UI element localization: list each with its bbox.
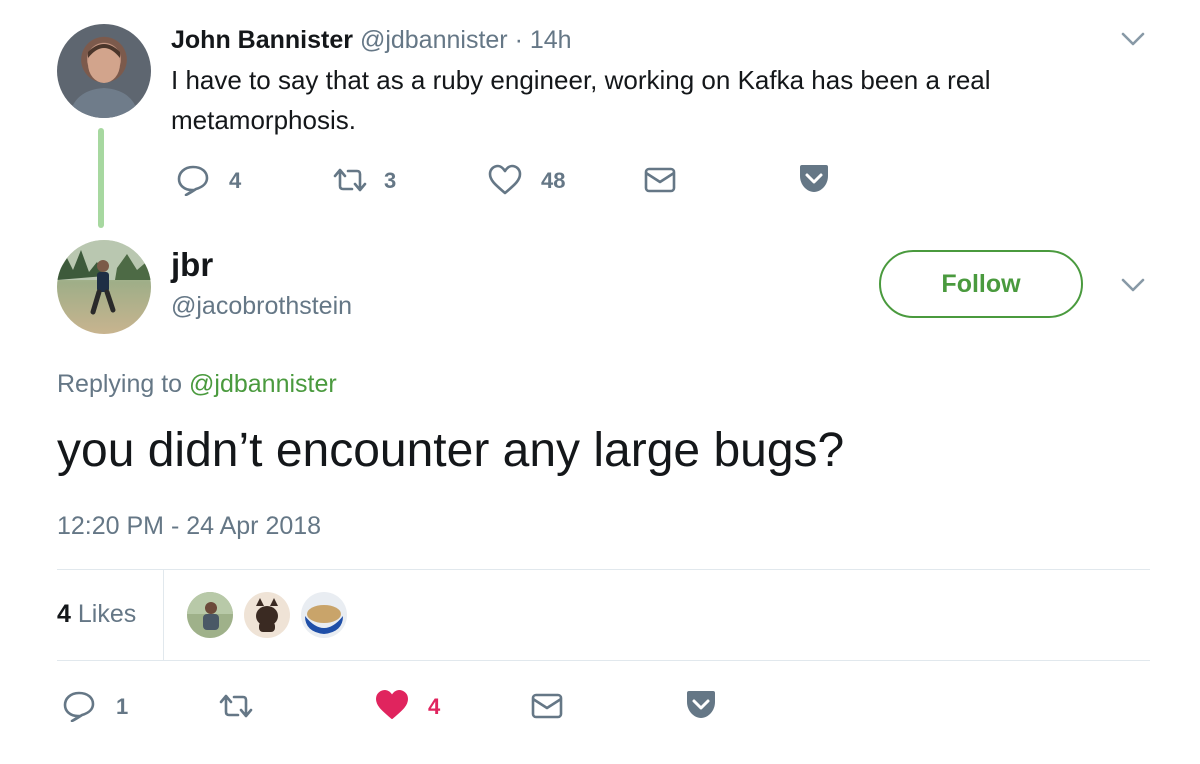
parent-author-name[interactable]: John Bannister	[171, 26, 353, 54]
main-author-handle[interactable]: @jacobrothstein	[171, 292, 352, 321]
chevron-down-icon[interactable]	[1120, 276, 1146, 294]
parent-author-handle[interactable]: @jdbannister	[360, 26, 508, 54]
mail-icon[interactable]	[643, 166, 677, 194]
divider-top	[57, 569, 1150, 570]
parent-avatar-graphic	[69, 44, 139, 118]
parent-author-avatar[interactable]	[57, 24, 151, 118]
follow-button[interactable]: Follow	[879, 250, 1083, 318]
thread-line	[98, 128, 104, 228]
divider-vertical	[163, 570, 164, 660]
parent-reply-count: 4	[229, 168, 242, 193]
reply-icon[interactable]	[176, 164, 210, 196]
main-author-name[interactable]: jbr	[171, 246, 213, 284]
heart-icon[interactable]	[487, 164, 523, 196]
retweet-icon[interactable]	[330, 166, 370, 194]
parent-tweet-time[interactable]: 14h	[530, 26, 572, 54]
mail-icon[interactable]	[530, 692, 564, 720]
reply-icon[interactable]	[62, 690, 96, 722]
pocket-icon[interactable]	[684, 689, 718, 721]
likes-count: 4	[57, 600, 71, 628]
header-separator: ·	[514, 26, 523, 54]
main-like-count: 4	[428, 694, 441, 719]
replying-to-prefix: Replying to	[57, 370, 183, 398]
chevron-down-icon[interactable]	[1120, 30, 1146, 48]
main-reply-count: 1	[116, 694, 129, 719]
liker-avatar[interactable]	[187, 592, 233, 638]
main-author-avatar[interactable]	[57, 240, 151, 334]
likes-stat[interactable]: 4 Likes	[57, 600, 136, 629]
parent-tweet-header: John Bannister @jdbannister · 14h	[171, 24, 572, 56]
liker-avatar[interactable]	[301, 592, 347, 638]
main-avatar-graphic	[57, 240, 151, 315]
parent-like-count: 48	[541, 168, 566, 193]
likes-label: Likes	[77, 600, 137, 628]
parent-retweet-count: 3	[384, 168, 397, 193]
divider-bottom	[57, 660, 1150, 661]
heart-icon[interactable]	[374, 689, 410, 721]
pocket-icon[interactable]	[797, 163, 831, 195]
parent-tweet-text: I have to say that as a ruby engineer, w…	[171, 65, 991, 135]
replying-to-handle[interactable]: @jdbannister	[189, 370, 337, 398]
liker-avatar[interactable]	[244, 592, 290, 638]
tweet-timestamp[interactable]: 12:20 PM - 24 Apr 2018	[57, 512, 321, 541]
retweet-icon[interactable]	[216, 692, 256, 720]
main-tweet-text: you didn’t encounter any large bugs?	[57, 424, 845, 477]
replying-to-line: Replying to @jdbannister	[57, 370, 337, 399]
follow-button-label: Follow	[941, 269, 1021, 298]
